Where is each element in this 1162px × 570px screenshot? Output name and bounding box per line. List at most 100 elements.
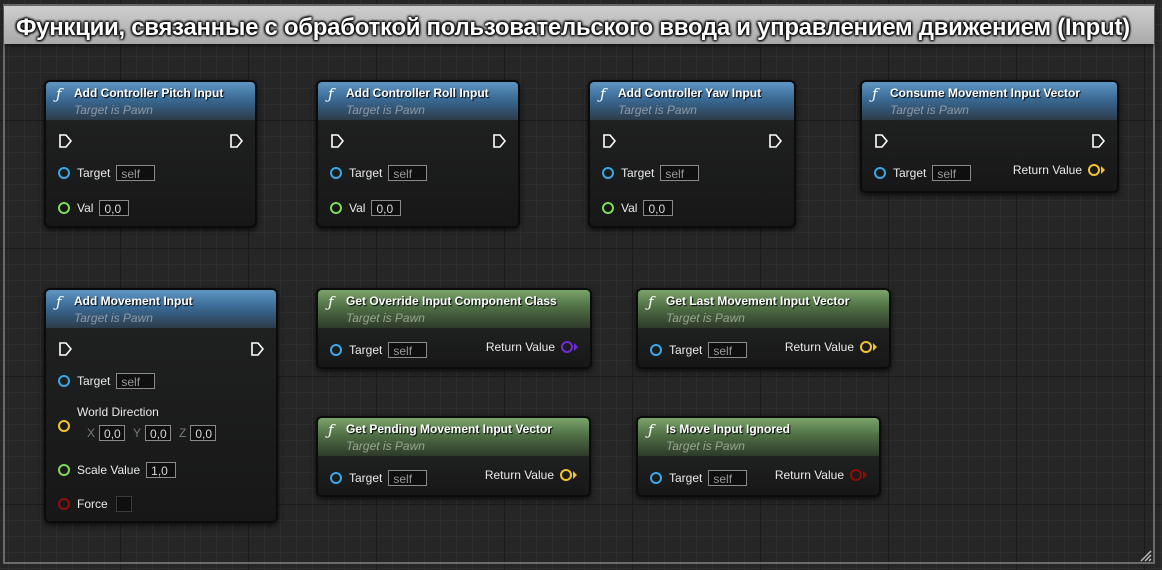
- function-icon: ƒ: [648, 293, 654, 311]
- target-self-field[interactable]: self: [708, 342, 748, 358]
- exec-in-pin-icon[interactable]: [58, 342, 72, 356]
- node-add-controller-yaw-input[interactable]: ƒ Add Controller Yaw Input Target is Paw…: [588, 80, 796, 228]
- object-pin-icon[interactable]: [58, 375, 70, 387]
- node-title: Get Override Input Component Class: [346, 294, 557, 308]
- x-axis-label: X: [87, 426, 96, 440]
- val-label: Val: [621, 201, 638, 215]
- node-header[interactable]: ƒ Get Last Movement Input Vector Target …: [638, 290, 889, 329]
- force-checkbox[interactable]: [115, 496, 132, 512]
- target-pin-row: Target self: [874, 163, 972, 183]
- node-add-controller-roll-input[interactable]: ƒ Add Controller Roll Input Target is Pa…: [316, 80, 520, 228]
- target-self-field[interactable]: self: [116, 165, 156, 181]
- exec-out-pin-icon[interactable]: [229, 134, 243, 148]
- node-header[interactable]: ƒ Add Controller Yaw Input Target is Paw…: [590, 82, 794, 121]
- object-pin-icon[interactable]: [602, 167, 614, 179]
- vector-pin-icon[interactable]: [1088, 164, 1100, 176]
- node-header[interactable]: ƒ Get Override Input Component Class Tar…: [318, 290, 590, 329]
- node-get-pending-movement-input-vector[interactable]: ƒ Get Pending Movement Input Vector Targ…: [316, 416, 591, 497]
- object-pin-icon[interactable]: [650, 344, 662, 356]
- target-label: Target: [349, 343, 383, 357]
- node-header[interactable]: ƒ Consume Movement Input Vector Target i…: [862, 82, 1117, 121]
- pin-arrow-icon: [863, 471, 867, 479]
- val-input[interactable]: 0,0: [371, 200, 402, 216]
- node-subtitle: Target is Pawn: [666, 439, 745, 453]
- target-pin-row: Target self: [650, 340, 748, 360]
- node-add-movement-input[interactable]: ƒ Add Movement Input Target is Pawn Targ…: [44, 288, 278, 523]
- node-title: Add Controller Roll Input: [346, 86, 489, 100]
- node-header[interactable]: ƒ Add Controller Roll Input Target is Pa…: [318, 82, 518, 121]
- exec-out-pin-icon[interactable]: [250, 342, 264, 356]
- scale-value-input[interactable]: 1,0: [146, 462, 177, 478]
- return-value-label: Return Value: [784, 340, 854, 354]
- return-value-pin-row: Return Value: [775, 465, 867, 485]
- target-label: Target: [621, 166, 655, 180]
- node-subtitle: Target is Pawn: [618, 103, 697, 117]
- object-pin-icon[interactable]: [330, 344, 342, 356]
- exec-out-pin-icon[interactable]: [768, 134, 782, 148]
- comment-box-header[interactable]: Функции, связанные с обработкой пользова…: [4, 6, 1154, 44]
- scale-value-pin-row: Scale Value 1,0: [58, 460, 177, 480]
- val-input[interactable]: 0,0: [99, 200, 130, 216]
- target-label: Target: [893, 166, 927, 180]
- target-self-field[interactable]: self: [388, 165, 428, 181]
- val-input[interactable]: 0,0: [643, 200, 674, 216]
- return-value-label: Return Value: [485, 340, 555, 354]
- exec-in-pin-icon[interactable]: [602, 134, 616, 148]
- target-self-field[interactable]: self: [388, 470, 428, 486]
- target-self-field[interactable]: self: [116, 373, 156, 389]
- function-icon: ƒ: [56, 85, 62, 103]
- val-pin-row: Val 0,0: [602, 198, 674, 218]
- target-pin-row: Target self: [330, 340, 428, 360]
- target-pin-row: Target self: [58, 163, 156, 183]
- x-input[interactable]: 0,0: [99, 425, 126, 441]
- float-pin-icon[interactable]: [58, 464, 70, 476]
- target-pin-row: Target self: [650, 468, 748, 488]
- node-header[interactable]: ƒ Add Movement Input Target is Pawn: [46, 290, 276, 329]
- target-self-field[interactable]: self: [708, 470, 748, 486]
- node-get-override-input-component-class[interactable]: ƒ Get Override Input Component Class Tar…: [316, 288, 592, 369]
- return-value-pin-row: Return Value: [785, 337, 877, 357]
- node-subtitle: Target is Pawn: [74, 103, 153, 117]
- exec-out-pin-icon[interactable]: [492, 134, 506, 148]
- exec-in-pin-icon[interactable]: [330, 134, 344, 148]
- exec-in-pin-icon[interactable]: [874, 134, 888, 148]
- function-icon: ƒ: [56, 293, 62, 311]
- node-add-controller-pitch-input[interactable]: ƒ Add Controller Pitch Input Target is P…: [44, 80, 257, 228]
- exec-in-pin-icon[interactable]: [58, 134, 72, 148]
- target-label: Target: [349, 471, 383, 485]
- float-pin-icon[interactable]: [58, 202, 70, 214]
- resize-grip-icon[interactable]: [1138, 548, 1152, 562]
- object-pin-icon[interactable]: [330, 167, 342, 179]
- node-is-move-input-ignored[interactable]: ƒ Is Move Input Ignored Target is Pawn T…: [636, 416, 881, 497]
- node-consume-movement-input-vector[interactable]: ƒ Consume Movement Input Vector Target i…: [860, 80, 1119, 193]
- y-axis-label: Y: [133, 426, 142, 440]
- node-title: Add Controller Yaw Input: [618, 86, 762, 100]
- target-self-field[interactable]: self: [388, 342, 428, 358]
- float-pin-icon[interactable]: [602, 202, 614, 214]
- object-pin-icon[interactable]: [330, 472, 342, 484]
- pin-arrow-icon: [873, 343, 877, 351]
- bool-pin-icon[interactable]: [850, 469, 862, 481]
- function-icon: ƒ: [600, 85, 606, 103]
- node-header[interactable]: ƒ Is Move Input Ignored Target is Pawn: [638, 418, 879, 457]
- node-header[interactable]: ƒ Add Controller Pitch Input Target is P…: [46, 82, 255, 121]
- object-pin-icon[interactable]: [874, 167, 886, 179]
- node-get-last-movement-input-vector[interactable]: ƒ Get Last Movement Input Vector Target …: [636, 288, 891, 369]
- target-self-field[interactable]: self: [660, 165, 700, 181]
- float-pin-icon[interactable]: [330, 202, 342, 214]
- vector-pin-icon[interactable]: [58, 420, 70, 432]
- return-value-label: Return Value: [484, 468, 554, 482]
- object-pin-icon[interactable]: [58, 167, 70, 179]
- exec-out-pin-icon[interactable]: [1091, 134, 1105, 148]
- y-input[interactable]: 0,0: [145, 425, 172, 441]
- z-input[interactable]: 0,0: [190, 425, 217, 441]
- scale-value-label: Scale Value: [77, 463, 141, 477]
- target-self-field[interactable]: self: [932, 165, 972, 181]
- bool-pin-icon[interactable]: [58, 498, 70, 510]
- force-label: Force: [77, 497, 108, 511]
- object-pin-icon[interactable]: [650, 472, 662, 484]
- node-header[interactable]: ƒ Get Pending Movement Input Vector Targ…: [318, 418, 589, 457]
- class-pin-icon[interactable]: [561, 341, 573, 353]
- vector-pin-icon[interactable]: [860, 341, 872, 353]
- vector-pin-icon[interactable]: [560, 469, 572, 481]
